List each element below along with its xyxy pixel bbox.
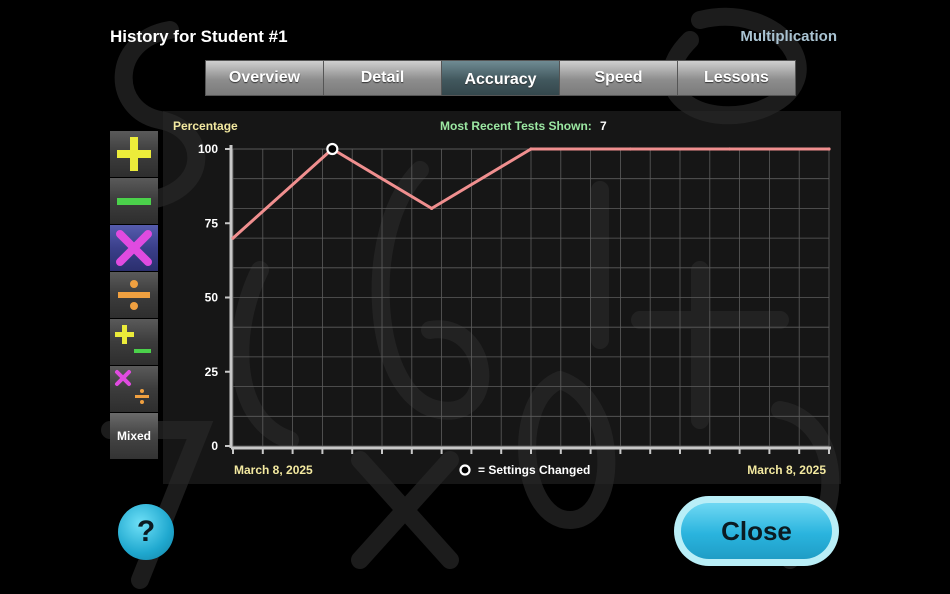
divide-icon (118, 280, 150, 310)
times-divide-icon (115, 370, 149, 404)
recent-tests-label: Most Recent Tests Shown: (440, 119, 592, 133)
start-date-label: March 8, 2025 (234, 463, 313, 477)
y-tick-labels: 100 75 50 25 0 (198, 142, 218, 453)
y-tick-label: 75 (205, 216, 219, 230)
data-point (231, 236, 235, 240)
data-point (529, 147, 533, 151)
plus-minus-icon (115, 325, 151, 353)
data-point (827, 147, 831, 151)
subject-label: Multiplication (740, 28, 837, 45)
tab-detail[interactable]: Detail (323, 60, 441, 96)
tab-accuracy[interactable]: Accuracy (441, 60, 559, 96)
plus-icon (117, 137, 151, 171)
op-addition-button[interactable] (110, 131, 158, 177)
op-subtraction-button[interactable] (110, 178, 158, 224)
tab-lessons[interactable]: Lessons (677, 60, 796, 96)
tab-speed[interactable]: Speed (559, 60, 677, 96)
op-add-subtract-button[interactable] (110, 319, 158, 365)
tab-overview[interactable]: Overview (205, 60, 323, 96)
op-multiplication-button[interactable] (110, 225, 158, 271)
y-tick-label: 100 (198, 142, 218, 156)
data-point (628, 147, 632, 151)
op-multiply-divide-button[interactable] (110, 366, 158, 412)
data-point (430, 206, 434, 210)
data-point (728, 147, 732, 151)
op-division-button[interactable] (110, 272, 158, 318)
help-button[interactable]: ? (118, 504, 174, 560)
accuracy-chart: Percentage Most Recent Tests Shown: 7 10… (173, 119, 831, 477)
times-icon (116, 230, 152, 266)
settings-changed-legend-text: = Settings Changed (478, 463, 590, 477)
minus-icon (117, 198, 151, 205)
end-date-label: March 8, 2025 (747, 463, 826, 477)
chart-grid (232, 148, 830, 447)
y-axis-label: Percentage (173, 119, 238, 133)
settings-changed-marker (326, 142, 339, 156)
op-mixed-button[interactable]: Mixed (110, 413, 158, 459)
settings-changed-markers (326, 142, 339, 156)
settings-changed-legend-icon (459, 464, 471, 476)
y-tick-label: 0 (211, 439, 218, 453)
tab-bar: Overview Detail Accuracy Speed Lessons (205, 60, 796, 96)
close-button-label: Close (681, 503, 832, 559)
chart-axes (225, 145, 831, 454)
y-tick-label: 25 (205, 365, 219, 379)
y-tick-label: 50 (205, 291, 219, 305)
page-title: History for Student #1 (110, 27, 288, 46)
operation-selector: Mixed (110, 131, 158, 460)
recent-tests-count: 7 (600, 119, 607, 133)
close-button[interactable]: Close (674, 496, 839, 566)
